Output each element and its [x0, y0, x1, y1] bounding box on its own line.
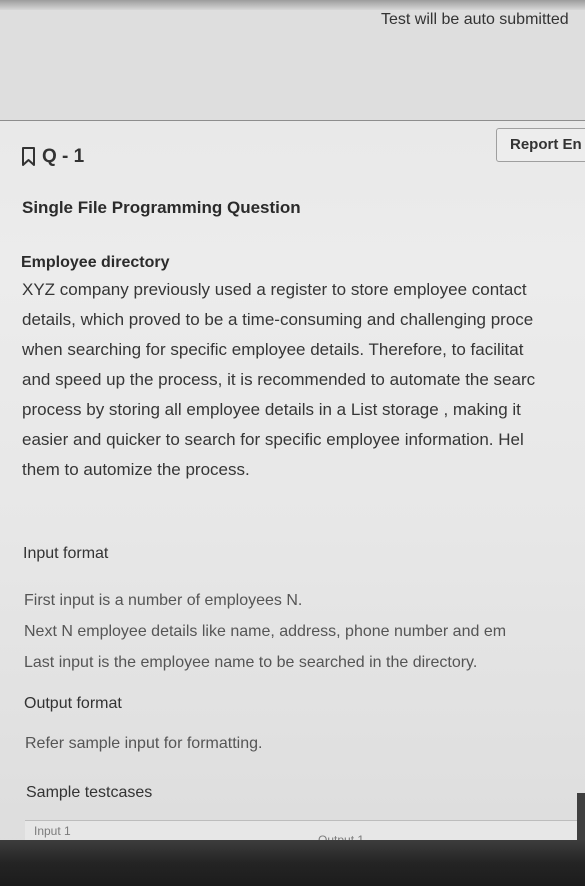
top-divider	[0, 0, 585, 10]
input-format-description: First input is a number of employees N. …	[24, 592, 507, 671]
question-description: XYZ company previously used a register t…	[22, 280, 536, 479]
bookmark-icon[interactable]	[21, 147, 36, 167]
question-header: Q - 1	[21, 146, 84, 168]
sample-input-label: Input 1	[34, 824, 71, 838]
top-bar: Test will be auto submitted	[0, 0, 585, 121]
sample-testcases-heading: Sample testcases	[26, 784, 153, 801]
side-edge	[577, 793, 585, 841]
output-format-description: Refer sample input for formatting.	[25, 735, 263, 752]
input-format-heading: Input format	[23, 545, 109, 562]
report-error-button[interactable]: Report En	[496, 128, 585, 162]
question-number: Q - 1	[42, 146, 85, 167]
question-type: Single File Programming Question	[22, 198, 301, 217]
output-format-heading: Output format	[24, 695, 122, 712]
auto-submit-message: Test will be auto submitted	[381, 11, 569, 28]
bottom-frame	[0, 840, 585, 886]
question-title: Employee directory	[21, 254, 170, 271]
screen: Test will be auto submitted Report En Q …	[0, 0, 585, 886]
